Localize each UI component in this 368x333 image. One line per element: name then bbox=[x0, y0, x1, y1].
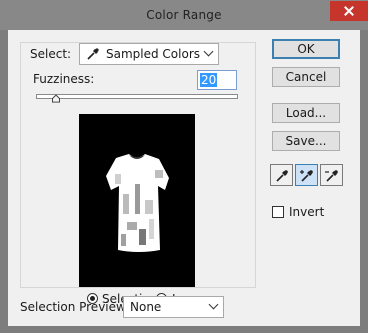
chevron-down-icon bbox=[203, 46, 214, 57]
cancel-button[interactable]: Cancel bbox=[272, 67, 340, 87]
close-icon[interactable] bbox=[330, 1, 368, 21]
eyedropper-icon bbox=[276, 170, 288, 182]
load-button[interactable]: Load... bbox=[272, 103, 340, 123]
tshirt-selection-mask bbox=[106, 154, 169, 252]
fuzziness-value: 20 bbox=[200, 73, 218, 87]
dialog-body: Select: Sampled Colors Fuzziness: 20 Sel… bbox=[8, 30, 360, 326]
fuzziness-label: Fuzziness: bbox=[33, 72, 95, 86]
eyedropper-minus-icon bbox=[325, 170, 338, 182]
color-range-group: Select: Sampled Colors Fuzziness: 20 bbox=[20, 42, 256, 306]
title-bar: Color Range bbox=[0, 0, 368, 30]
ok-button[interactable]: OK bbox=[272, 39, 340, 59]
select-value: Sampled Colors bbox=[106, 47, 201, 61]
invert-label: Invert bbox=[289, 205, 325, 219]
eyedropper-tool-button[interactable] bbox=[270, 164, 293, 186]
select-label: Select: bbox=[30, 47, 72, 61]
eyedropper-plus-tool-button[interactable] bbox=[295, 164, 318, 186]
eyedropper-minus-tool-button[interactable] bbox=[320, 164, 343, 186]
eyedropper-icon bbox=[87, 48, 99, 60]
chevron-down-icon bbox=[208, 299, 219, 310]
preview-image bbox=[79, 114, 195, 287]
selection-preview-label: Selection Preview: bbox=[20, 300, 130, 314]
window-title: Color Range bbox=[146, 8, 222, 22]
invert-checkbox[interactable] bbox=[272, 206, 284, 218]
fuzziness-field[interactable]: 20 bbox=[197, 70, 237, 90]
select-dropdown[interactable]: Sampled Colors bbox=[79, 43, 219, 65]
save-button[interactable]: Save... bbox=[272, 131, 340, 151]
selection-preview-value: None bbox=[130, 300, 162, 314]
fuzziness-slider-track[interactable] bbox=[36, 94, 238, 99]
selection-preview-dropdown[interactable]: None bbox=[123, 296, 224, 318]
fuzziness-slider-thumb[interactable] bbox=[52, 95, 60, 103]
eyedropper-plus-icon bbox=[300, 170, 313, 182]
